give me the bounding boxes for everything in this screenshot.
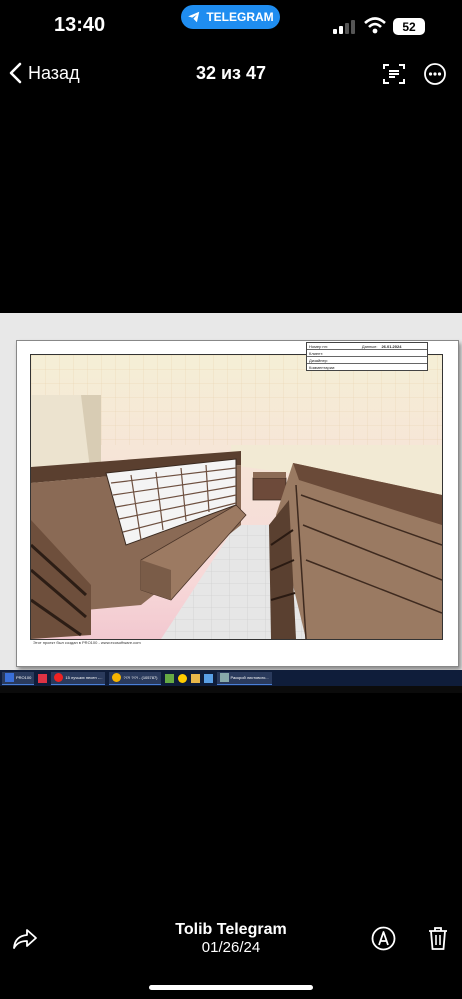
taskbar-item-opera: 15 лучших песен -... xyxy=(51,671,106,685)
drawing-title-block: Номер пп: Данные: 26.01.2024 Клиент: Диз… xyxy=(306,342,428,371)
chrome-icon xyxy=(112,673,122,682)
wifi-icon xyxy=(364,17,386,34)
render-footnote: Этот проект был создан в PRO100 - www.ec… xyxy=(33,640,141,645)
status-time: 13:40 xyxy=(54,14,106,36)
home-indicator[interactable] xyxy=(149,985,313,990)
live-text-scan-icon[interactable] xyxy=(382,62,406,86)
pro100-icon xyxy=(5,673,14,682)
package-icon xyxy=(164,673,174,683)
trash-icon[interactable] xyxy=(428,926,448,951)
title-block-date-value: 26.01.2024 xyxy=(381,343,402,349)
windows-taskbar: PRO100 15 лучших песен -... ?!?! ?!?! - … xyxy=(0,670,462,686)
pdf-app-icon xyxy=(38,673,48,683)
opera-icon xyxy=(54,673,64,682)
sun-icon xyxy=(177,673,187,683)
telegram-pill-label: TELEGRAM xyxy=(206,10,274,24)
more-options-icon[interactable] xyxy=(423,62,447,86)
title-block-number-label: Номер пп: xyxy=(309,343,328,349)
print-preview-sheet: Номер пп: Данные: 26.01.2024 Клиент: Диз… xyxy=(16,340,459,667)
3d-room-render xyxy=(30,354,443,640)
battery-indicator: 52 xyxy=(393,18,425,35)
taskbar-item-pro100: PRO100 xyxy=(2,671,35,685)
taskbar-item-chrome: ?!?! ?!?! - (105787) xyxy=(109,671,161,685)
title-block-date-label: Данные: xyxy=(361,343,378,349)
document-icon xyxy=(219,673,229,682)
telegram-return-pill[interactable]: TELEGRAM xyxy=(181,5,280,29)
media-photo[interactable]: Номер пп: Данные: 26.01.2024 Клиент: Диз… xyxy=(0,313,462,693)
image-icon xyxy=(203,673,213,683)
photographed-monitor: Номер пп: Данные: 26.01.2024 Клиент: Диз… xyxy=(0,313,462,670)
title-block-client-label: Клиент: xyxy=(309,350,324,356)
markup-pen-icon[interactable] xyxy=(371,926,396,951)
telegram-icon xyxy=(188,11,200,23)
taskbar-item-document: Раскрой листового... xyxy=(216,671,272,685)
store-interior-render xyxy=(31,355,442,639)
cellular-signal-icon xyxy=(333,20,355,34)
title-block-comments-label: Комментарии: xyxy=(309,364,336,370)
folder-icon xyxy=(190,673,200,683)
title-block-designer-label: Дизайнер: xyxy=(309,357,329,363)
